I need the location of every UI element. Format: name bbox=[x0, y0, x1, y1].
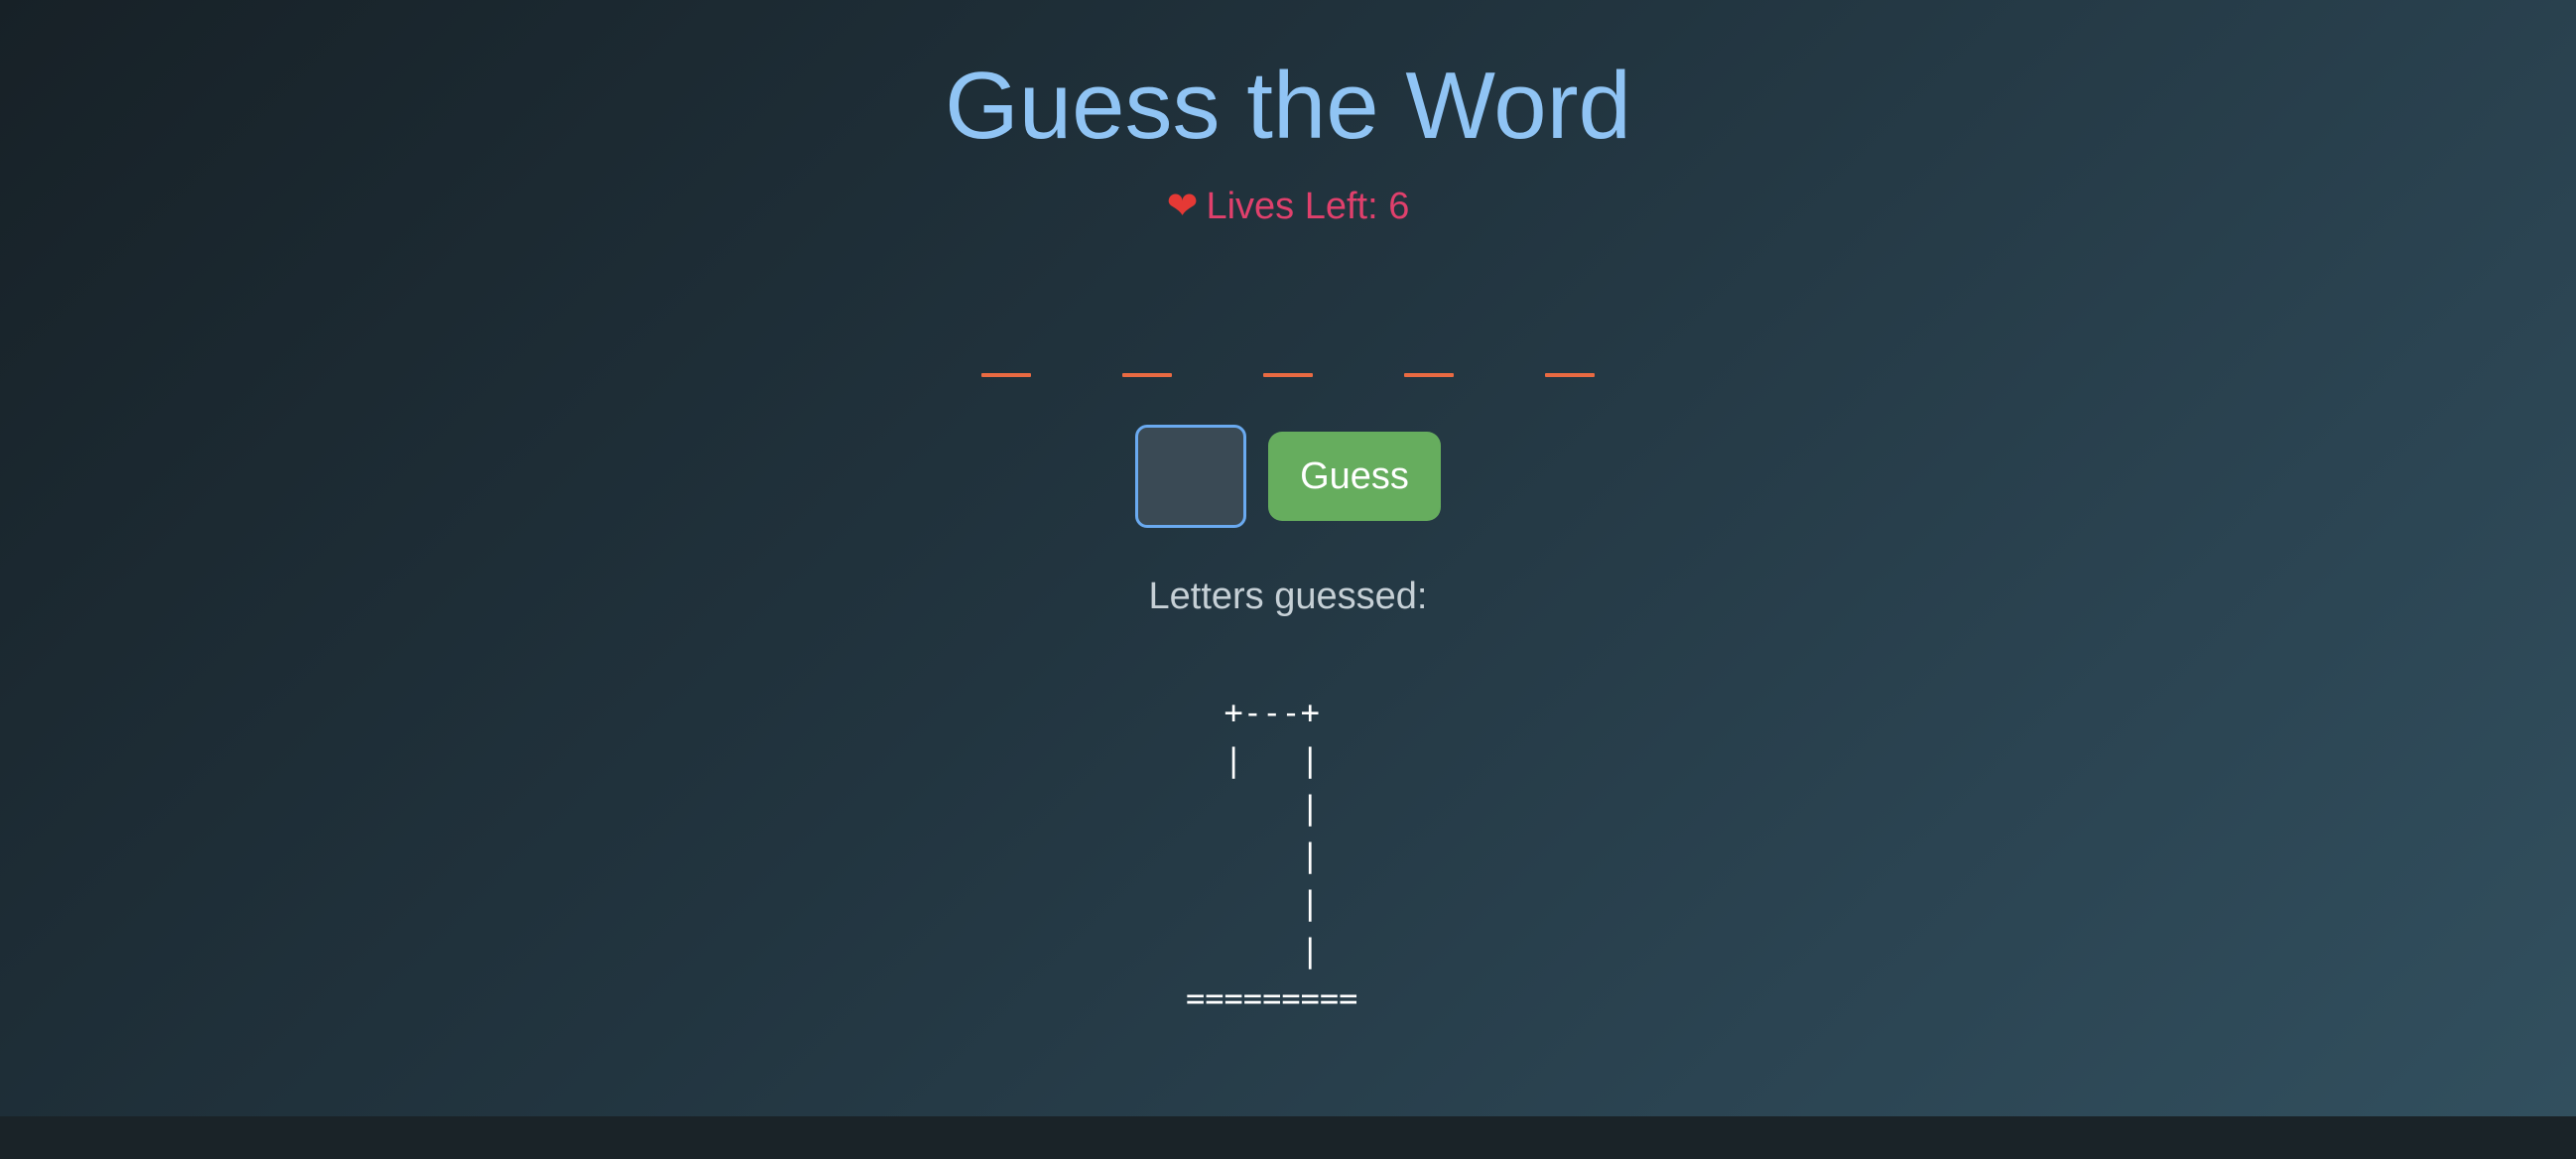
lives-counter: ❤ Lives Left: 6 bbox=[0, 181, 2576, 231]
heart-icon: ❤ bbox=[1166, 184, 1199, 227]
letter-input[interactable] bbox=[1135, 425, 1246, 528]
word-display bbox=[0, 347, 2576, 377]
letter-slot bbox=[1263, 347, 1313, 377]
letter-slot bbox=[981, 347, 1031, 377]
game-container: Guess the Word ❤ Lives Left: 6 Guess Lett… bbox=[0, 0, 2576, 1116]
bottom-bar bbox=[0, 1116, 2576, 1159]
guess-form: Guess bbox=[0, 425, 2576, 528]
lives-label: Lives Left: 6 bbox=[1206, 186, 1410, 227]
letter-slot bbox=[1404, 347, 1454, 377]
letters-guessed: Letters guessed: bbox=[1148, 576, 1428, 617]
guess-button[interactable]: Guess bbox=[1268, 432, 1441, 521]
gallows-art: +---+ | | | | | | ========= bbox=[1186, 694, 1358, 1017]
page-title: Guess the Word bbox=[945, 53, 1631, 159]
letter-slot bbox=[1122, 347, 1172, 377]
letter-slot bbox=[1545, 347, 1595, 377]
